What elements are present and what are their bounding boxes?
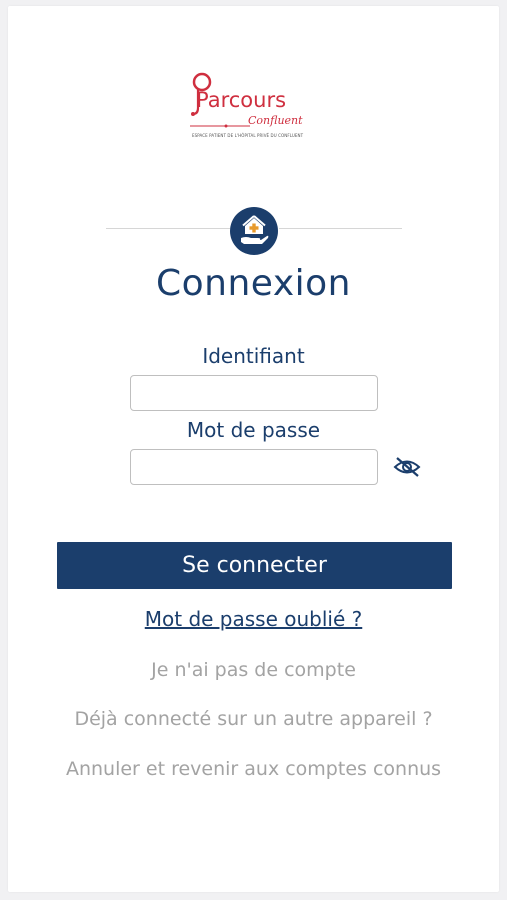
logo-wordmark: Parcours [196,88,287,112]
other-device-link[interactable]: Déjà connecté sur un autre appareil ? [0,708,507,730]
divider-right [279,228,402,229]
username-input[interactable] [130,375,378,411]
password-input[interactable] [130,449,378,485]
eye-slash-icon[interactable] [392,455,422,479]
no-account-link[interactable]: Je n'ai pas de compte [0,659,507,681]
parcours-logo: Parcours Confluent ESPACE PATIENT DE L'H… [190,68,320,140]
login-button[interactable]: Se connecter [57,542,452,589]
page-title: Connexion [156,263,351,304]
forgot-password-link[interactable]: Mot de passe oublié ? [0,607,507,631]
logo-tagline: ESPACE PATIENT DE L'HÔPITAL PRIVÉ DU CON… [192,133,304,138]
password-label: Mot de passe [186,418,321,442]
logo-subtitle: Confluent [248,114,303,127]
username-label: Identifiant [202,344,305,368]
divider-left [106,228,230,229]
cancel-known-accounts-link[interactable]: Annuler et revenir aux comptes connus [0,758,507,780]
hospital-care-icon [230,207,278,255]
